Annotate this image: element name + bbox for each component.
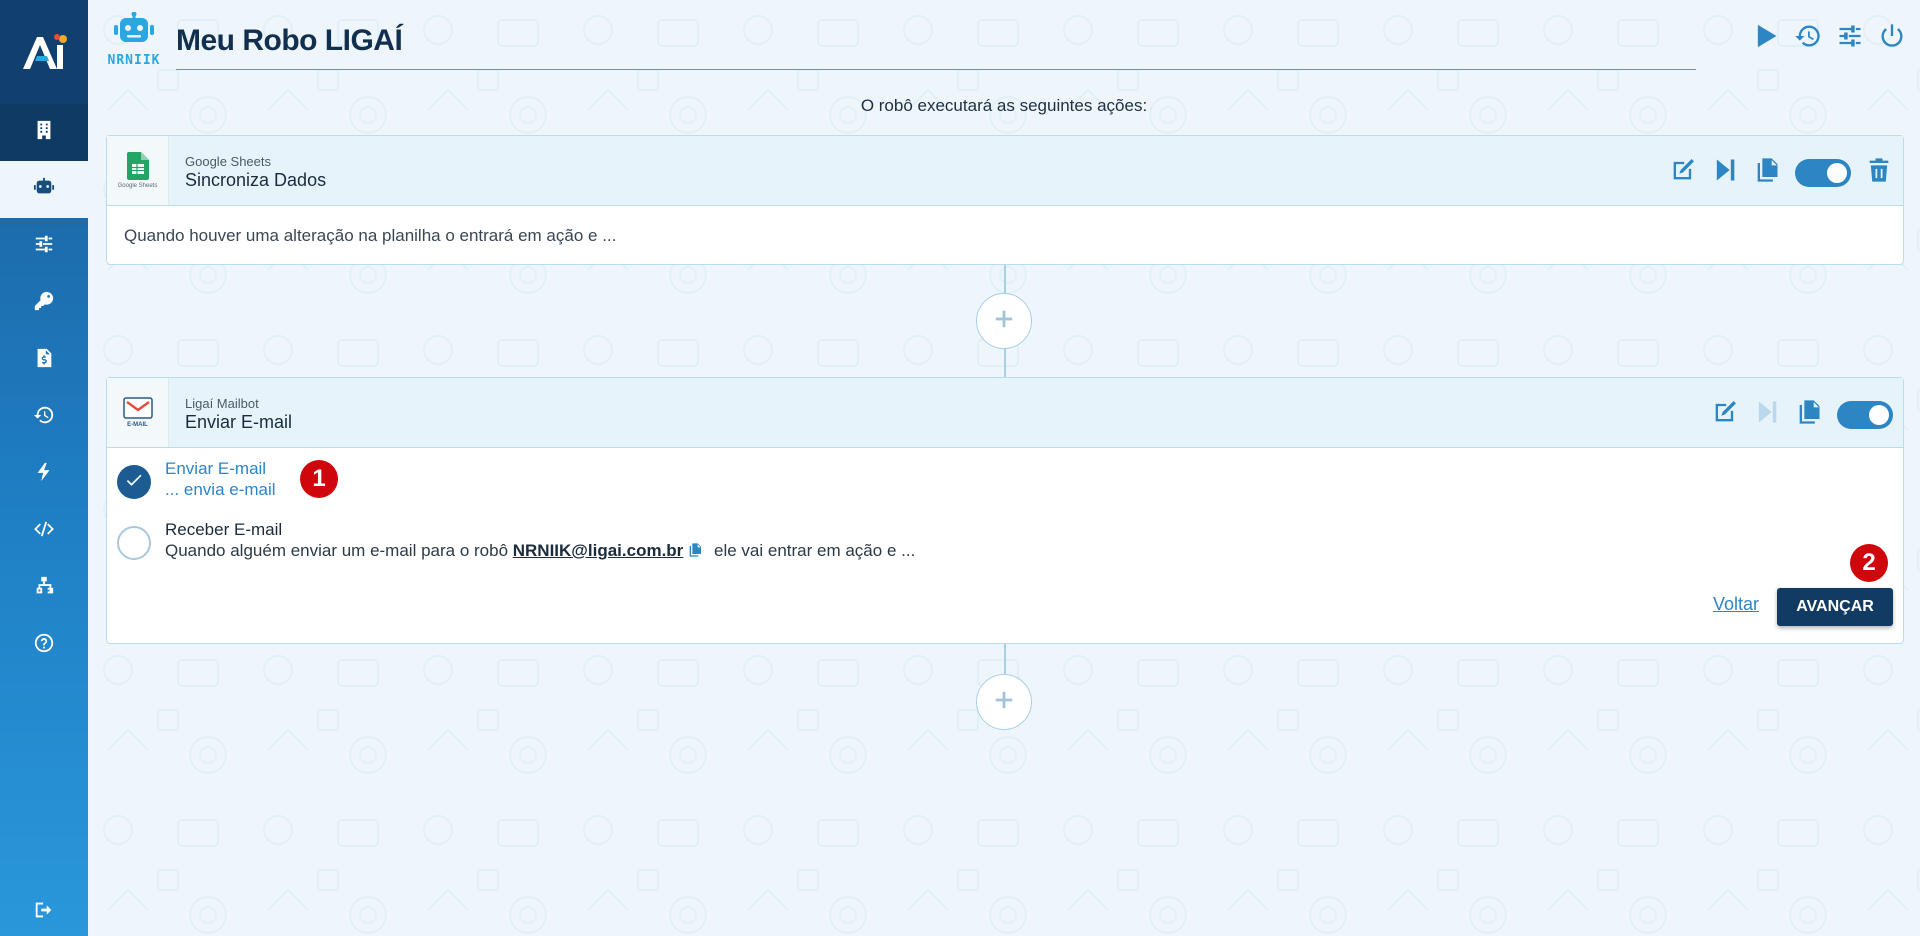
building-icon: [33, 119, 55, 146]
next-button[interactable]: AVANÇAR: [1777, 588, 1893, 626]
option-desc-prefix: Quando alguém enviar um e-mail para o ro…: [165, 541, 513, 560]
key-icon: [33, 290, 55, 317]
sidebar-item-history[interactable]: [0, 389, 88, 446]
bolt-icon: [33, 461, 55, 488]
sidebar-item-billing[interactable]: [0, 332, 88, 389]
sidebar-item-triggers[interactable]: [0, 446, 88, 503]
code-icon: [33, 518, 55, 545]
logout-icon: [33, 899, 55, 926]
annotation-badge-1: 1: [300, 460, 338, 498]
power-icon[interactable]: [1878, 22, 1906, 55]
header: NRNIIK Meu Robo LIGAÍ: [88, 0, 1920, 80]
sidebar-item-settings[interactable]: [0, 218, 88, 275]
add-step-button[interactable]: [976, 293, 1032, 349]
trash-icon[interactable]: [1865, 156, 1893, 189]
sidebar-item-robots[interactable]: [0, 161, 88, 218]
step-description: Quando houver uma alteração na planilha …: [124, 226, 617, 245]
step-provider: Google Sheets: [185, 154, 272, 169]
step-card-header: Google Sheets Google Sheets Sincroniza D…: [107, 136, 1903, 206]
plus-icon: [993, 308, 1015, 335]
option-desc-suffix: ele vai entrar em ação e ...: [709, 541, 916, 560]
back-link[interactable]: Voltar: [1713, 594, 1759, 615]
history-icon[interactable]: [1794, 22, 1822, 55]
actions-subtitle: O robô executará as seguintes ações:: [860, 96, 1148, 115]
option-title: Enviar E-mail: [165, 459, 267, 478]
sidebar-item-company[interactable]: [0, 104, 88, 161]
header-actions: [1752, 22, 1906, 55]
copy-email-icon[interactable]: [687, 541, 703, 559]
sliders-icon: [33, 233, 55, 260]
robot-name: NRNIIK: [107, 53, 161, 68]
copy-icon[interactable]: [1795, 398, 1823, 431]
plus-icon: [993, 689, 1015, 716]
page-title[interactable]: Meu Robo LIGAÍ: [176, 24, 403, 58]
help-icon: [33, 632, 55, 659]
sidebar-item-network[interactable]: [0, 560, 88, 617]
copy-icon[interactable]: [1753, 156, 1781, 189]
step-card-google-sheets: Google Sheets Google Sheets Sincroniza D…: [106, 135, 1904, 265]
robot-avatar-icon: [114, 11, 154, 42]
radio-receive-email[interactable]: [117, 526, 151, 560]
icon-caption: E-MAIL: [127, 422, 148, 428]
edit-icon[interactable]: [1711, 398, 1739, 431]
check-icon: [124, 470, 144, 495]
option-desc: Quando alguém enviar um e-mail para o ro…: [165, 541, 915, 561]
step-name: Sincroniza Dados: [185, 170, 327, 190]
step-name: Enviar E-mail: [185, 412, 293, 432]
skip-icon[interactable]: [1711, 156, 1739, 189]
ligai-logo[interactable]: [0, 0, 88, 104]
robot-avatar: NRNIIK: [104, 11, 164, 68]
robot-icon: [33, 176, 55, 203]
google-sheets-icon: Google Sheets: [107, 136, 169, 205]
ligai-logo-mark: [23, 34, 67, 69]
step-enabled-toggle[interactable]: [1837, 400, 1893, 429]
step-tools: [1711, 398, 1893, 431]
option-desc: ... envia e-mail: [165, 480, 276, 499]
skip-icon[interactable]: [1753, 398, 1781, 431]
step-card-email: E-MAIL Ligaí Mailbot Enviar E-mail Envia…: [106, 377, 1904, 644]
step-enabled-toggle[interactable]: [1795, 158, 1851, 187]
icon-caption: Google Sheets: [117, 183, 158, 189]
sidebar-item-keys[interactable]: [0, 275, 88, 332]
sliders-icon[interactable]: [1836, 22, 1864, 55]
history-icon: [33, 404, 55, 431]
step-card-header: E-MAIL Ligaí Mailbot Enviar E-mail: [107, 378, 1903, 448]
step-provider: Ligaí Mailbot: [185, 396, 259, 411]
option-title: Receber E-mail: [165, 520, 283, 539]
sidebar-item-api[interactable]: [0, 503, 88, 560]
invoice-icon: [33, 347, 55, 374]
edit-icon[interactable]: [1669, 156, 1697, 189]
sidebar-logout[interactable]: [0, 888, 88, 936]
add-step-button[interactable]: [976, 674, 1032, 730]
sidebar-item-help[interactable]: [0, 617, 88, 674]
step-tools: [1669, 156, 1893, 189]
sidebar: [0, 0, 88, 936]
title-underline: [176, 69, 1696, 70]
play-icon[interactable]: [1752, 22, 1780, 55]
ligai-mailbot-icon: E-MAIL: [107, 378, 169, 447]
sitemap-icon: [33, 575, 55, 602]
radio-send-email[interactable]: [117, 465, 151, 499]
robot-email-link[interactable]: NRNIIK@ligai.com.br: [513, 541, 684, 560]
annotation-badge-2: 2: [1850, 544, 1888, 582]
